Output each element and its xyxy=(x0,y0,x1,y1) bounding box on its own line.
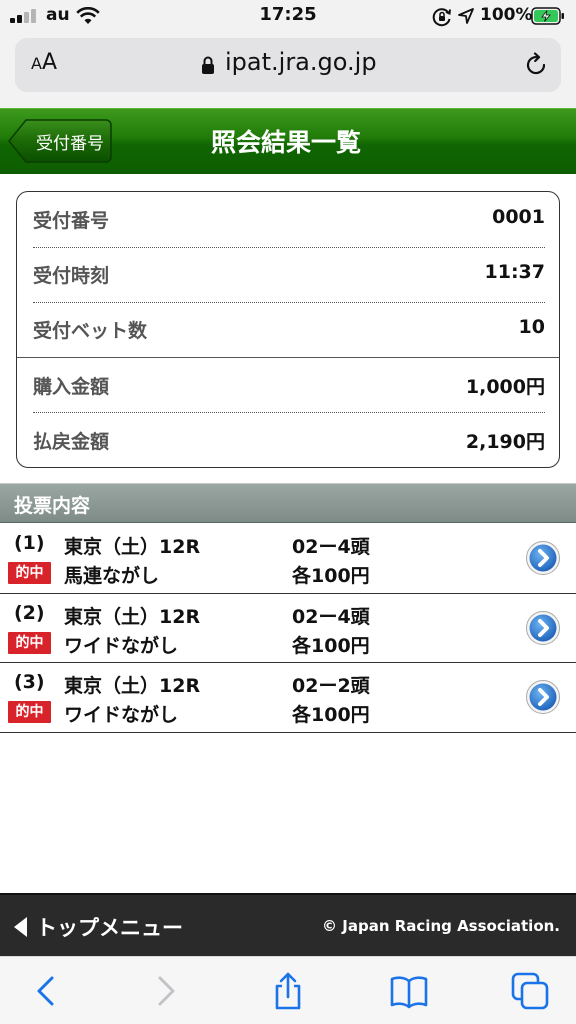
vote-row[interactable]: (1) 東京（土）12R 02ー4頭 的中 馬連ながし 各100円 xyxy=(0,524,576,594)
summary-card: 受付番号 0001 受付時刻 11:37 受付ベット数 10 購入金額 1,00… xyxy=(16,191,560,468)
vote-race: 東京（土）12R xyxy=(64,605,201,628)
summary-row-payout-amount: 払戻金額 2,190円 xyxy=(33,413,545,468)
status-bar: au 17:25 100% xyxy=(0,0,576,34)
summary-row-receipt-time: 受付時刻 11:37 xyxy=(33,247,545,302)
top-menu-link[interactable]: トップメニュー xyxy=(14,912,214,942)
bookmarks-icon[interactable] xyxy=(389,971,429,1011)
hit-badge: 的中 xyxy=(8,562,51,584)
page: au 17:25 100% AA ipat.jra.go.jp 受付番号 照会結… xyxy=(0,0,576,1024)
summary-value: 2,190円 xyxy=(465,431,545,453)
browser-chrome: AA ipat.jra.go.jp xyxy=(0,34,576,108)
chevron-right-icon[interactable] xyxy=(525,610,561,646)
vote-amount: 各100円 xyxy=(292,704,370,726)
vote-list: (1) 東京（土）12R 02ー4頭 的中 馬連ながし 各100円 (2) 東京… xyxy=(0,524,576,733)
page-title: 照会結果一覧 xyxy=(0,123,576,159)
vote-race: 東京（土）12R xyxy=(64,675,201,697)
summary-row-bet-count: 受付ベット数 10 xyxy=(33,302,545,357)
address-bar[interactable]: AA ipat.jra.go.jp xyxy=(15,38,561,92)
vote-combination: 02ー2頭 xyxy=(292,675,370,697)
location-icon xyxy=(458,8,474,24)
vote-bet-type: 馬連ながし xyxy=(64,565,160,587)
summary-label: 購入金額 xyxy=(33,376,110,398)
app-header: 受付番号 照会結果一覧 xyxy=(0,108,576,174)
share-icon[interactable] xyxy=(268,971,308,1011)
tabs-icon[interactable] xyxy=(510,971,550,1011)
vote-bet-type: ワイドながし xyxy=(64,634,179,657)
summary-value: 10 xyxy=(518,316,545,338)
vote-combination: 02ー4頭 xyxy=(292,605,370,628)
triangle-left-icon xyxy=(14,917,27,937)
battery-charging-icon xyxy=(531,7,564,25)
copyright-text: © Japan Racing Association. xyxy=(322,917,560,935)
vote-number: (3) xyxy=(14,671,45,693)
vote-bet-type: ワイドながし xyxy=(64,704,179,726)
summary-value: 0001 xyxy=(492,206,545,228)
back-icon[interactable] xyxy=(26,971,66,1011)
orientation-lock-icon xyxy=(432,8,451,27)
page-title-text: 照会結果一覧 xyxy=(210,128,361,157)
summary-label: 払戻金額 xyxy=(33,431,110,453)
summary-value: 1,000円 xyxy=(465,376,545,398)
vote-amount: 各100円 xyxy=(292,634,370,657)
battery-percent: 100% xyxy=(480,5,533,25)
summary-label: 受付ベット数 xyxy=(33,320,148,342)
vote-combination: 02ー4頭 xyxy=(292,536,370,558)
section-header-label: 投票内容 xyxy=(14,495,91,517)
forward-icon[interactable] xyxy=(146,971,186,1011)
vote-race: 東京（土）12R xyxy=(64,536,201,558)
vote-number: (2) xyxy=(14,601,45,624)
chevron-right-icon[interactable] xyxy=(525,679,561,715)
section-header-votes: 投票内容 xyxy=(0,483,576,523)
text-size-button[interactable]: AA xyxy=(31,50,57,75)
browser-toolbar xyxy=(0,956,576,1024)
lock-icon xyxy=(202,56,214,74)
top-menu-label: トップメニュー xyxy=(36,916,183,940)
vote-row[interactable]: (2) 東京（土）12R 02ー4頭 的中 ワイドながし 各100円 xyxy=(0,593,576,663)
summary-row-purchase-amount: 購入金額 1,000円 xyxy=(33,358,545,413)
reload-icon[interactable] xyxy=(523,52,549,78)
chevron-right-icon[interactable] xyxy=(525,540,561,576)
vote-row[interactable]: (3) 東京（土）12R 02ー2頭 的中 ワイドながし 各100円 xyxy=(0,663,576,733)
summary-label: 受付時刻 xyxy=(33,265,110,287)
hit-badge: 的中 xyxy=(8,631,51,654)
hit-badge: 的中 xyxy=(8,701,51,723)
vote-number: (1) xyxy=(14,532,45,554)
summary-label: 受付番号 xyxy=(33,210,110,232)
summary-value: 11:37 xyxy=(484,261,545,283)
url-text[interactable]: ipat.jra.go.jp xyxy=(225,48,377,76)
summary-row-receipt-number: 受付番号 0001 xyxy=(33,192,545,247)
vote-amount: 各100円 xyxy=(292,565,370,587)
app-footer: トップメニュー © Japan Racing Association. xyxy=(0,893,576,956)
